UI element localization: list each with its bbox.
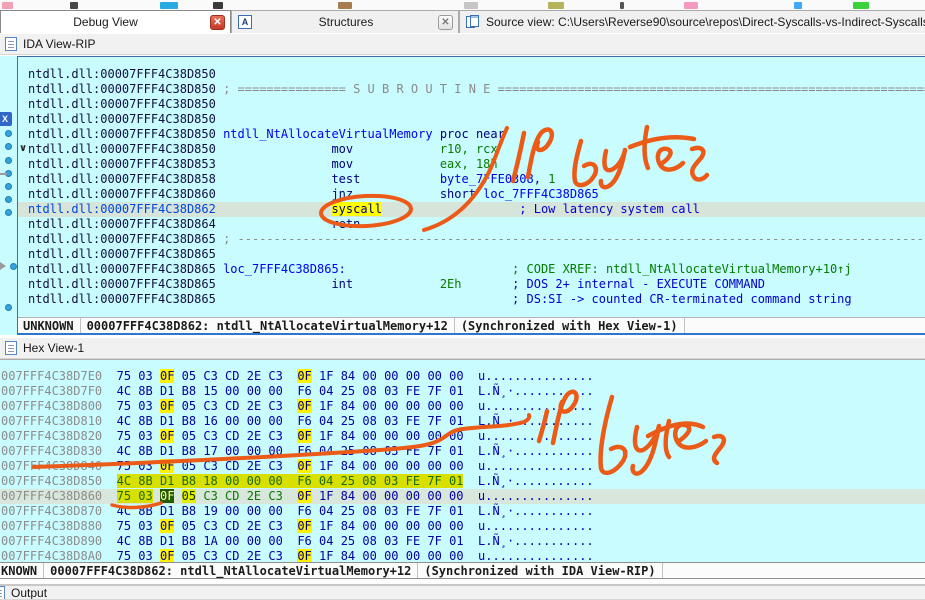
toolbar-button-icon[interactable]	[620, 2, 624, 9]
hex-status-bar: KNOWN 00007FFF4C38D862: ntdll_NtAllocate…	[0, 562, 925, 579]
disasm-line[interactable]: ntdll.dll:00007FFF4C38D850 ntdll_NtAlloc…	[18, 127, 925, 142]
close-tab-icon[interactable]: ✕	[438, 15, 453, 30]
disasm-line[interactable]: ntdll.dll:00007FFF4C38D850	[18, 97, 925, 112]
breakpoint-dot[interactable]	[5, 183, 12, 190]
status-sync: (Synchronized with Hex View-1)	[455, 318, 685, 333]
toolbar-button-icon[interactable]	[794, 2, 802, 9]
hex-row[interactable]: 007FFF4C38D8A0 75 03 0F 05 C3 CD 2E C3 0…	[0, 549, 925, 562]
status-address: 00007FFF4C38D862: ntdll_NtAllocateVirtua…	[44, 563, 418, 578]
disasm-line[interactable]: ntdll.dll:00007FFF4C38D860 jnz short loc…	[18, 187, 925, 202]
output-title: Output	[11, 586, 47, 600]
status-address: 00007FFF4C38D862: ntdll_NtAllocateVirtua…	[81, 318, 455, 333]
toolbar-button-icon[interactable]	[70, 2, 78, 9]
tab-structures-label: Structures	[254, 15, 438, 29]
hex-row[interactable]: 007FFF4C38D810 4C 8B D1 B8 16 00 00 00 F…	[0, 414, 925, 429]
breakpoint-dot[interactable]	[5, 130, 12, 137]
disasm-line[interactable]: ntdll.dll:00007FFF4C38D862 syscall ; Low…	[18, 202, 925, 217]
close-tab-icon[interactable]: ✕	[210, 15, 225, 30]
ida-debugger-window: Debug View ✕ A Structures ✕ Source view:…	[0, 0, 925, 600]
gutter-arrow-icon	[0, 262, 6, 270]
hex-view-panel[interactable]: 007FFF4C38D7E0 75 03 0F 05 C3 CD 2E C3 0…	[0, 359, 925, 562]
toolbar-button-icon[interactable]	[464, 2, 478, 9]
hex-row[interactable]: 007FFF4C38D820 75 03 0F 05 C3 CD 2E C3 0…	[0, 429, 925, 444]
document-icon	[5, 37, 17, 51]
tab-debug-view-label: Debug View	[1, 15, 210, 29]
hex-row[interactable]: 007FFF4C38D880 75 03 0F 05 C3 CD 2E C3 0…	[0, 519, 925, 534]
hex-row[interactable]: 007FFF4C38D830 4C 8B D1 B8 17 00 00 00 F…	[0, 444, 925, 459]
ida-view-rip-titlebar[interactable]: IDA View-RIP	[0, 33, 925, 55]
document-icon	[5, 341, 17, 355]
toolbar-sliver	[0, 0, 925, 10]
output-titlebar[interactable]: Output	[0, 584, 925, 600]
hex-row[interactable]: 007FFF4C38D7E0 75 03 0F 05 C3 CD 2E C3 0…	[0, 369, 925, 384]
disasm-line[interactable]: ntdll.dll:00007FFF4C38D865	[18, 247, 925, 262]
breakpoint-dot[interactable]	[5, 209, 12, 216]
toolbar-button-icon[interactable]	[853, 2, 869, 9]
ida-view-rip-title: IDA View-RIP	[23, 37, 95, 51]
toolbar-button-icon[interactable]	[213, 2, 223, 9]
disasm-line[interactable]: ntdll.dll:00007FFF4C38D858 test byte_7FF…	[18, 172, 925, 187]
breakpoint-dot[interactable]	[5, 157, 12, 164]
hex-row[interactable]: 007FFF4C38D7F0 4C 8B D1 B8 15 00 00 00 F…	[0, 384, 925, 399]
toolbar-button-icon[interactable]	[160, 2, 178, 9]
hex-rows[interactable]: 007FFF4C38D7E0 75 03 0F 05 C3 CD 2E C3 0…	[0, 369, 925, 562]
disasm-line[interactable]: ntdll.dll:00007FFF4C38D853 mov eax, 18h	[18, 157, 925, 172]
source-view-icon	[466, 15, 480, 29]
tab-source-view[interactable]: Source view: C:\Users\Reverse90\source\r…	[459, 10, 925, 33]
toolbar-button-icon[interactable]	[684, 2, 698, 9]
disasm-gutter: X	[0, 56, 17, 335]
tab-source-view-label: Source view: C:\Users\Reverse90\source\r…	[486, 15, 925, 29]
hex-row[interactable]: 007FFF4C38D800 75 03 0F 05 C3 CD 2E C3 0…	[0, 399, 925, 414]
tab-debug-view[interactable]: Debug View ✕	[0, 10, 231, 33]
toolbar-button-icon[interactable]	[548, 2, 564, 9]
ida-view-rip-panel[interactable]: ∨ ntdll.dll:00007FFF4C38D850ntdll.dll:00…	[17, 56, 925, 335]
breakpoint-dot[interactable]	[5, 196, 12, 203]
gutter-dash	[0, 173, 7, 175]
tab-bar: Debug View ✕ A Structures ✕ Source view:…	[0, 10, 925, 33]
document-icon	[0, 586, 5, 600]
disasm-line[interactable]: ntdll.dll:00007FFF4C38D865 int 2Eh ; DOS…	[18, 277, 925, 292]
structures-icon: A	[238, 15, 252, 29]
hex-row[interactable]: 007FFF4C38D890 4C 8B D1 B8 1A 00 00 00 F…	[0, 534, 925, 549]
hex-row[interactable]: 007FFF4C38D840 75 03 0F 05 C3 CD 2E C3 0…	[0, 459, 925, 474]
tab-structures[interactable]: A Structures ✕	[231, 10, 459, 33]
status-sync: (Synchronized with IDA View-RIP)	[418, 563, 662, 578]
toolbar-button-icon[interactable]	[338, 2, 352, 9]
hex-row[interactable]: 007FFF4C38D870 4C 8B D1 B8 19 00 00 00 F…	[0, 504, 925, 519]
status-mode: UNKNOWN	[18, 318, 81, 333]
breakpoint-dot[interactable]	[5, 143, 12, 150]
breakpoint-dot[interactable]	[10, 263, 17, 270]
hex-row[interactable]: 007FFF4C38D860 75 03 0F 05 C3 CD 2E C3 0…	[0, 489, 925, 504]
disasm-line[interactable]: ntdll.dll:00007FFF4C38D850	[18, 112, 925, 127]
nav-x-marker-icon[interactable]: X	[0, 112, 12, 126]
ida-status-bar: UNKNOWN 00007FFF4C38D862: ntdll_NtAlloca…	[18, 317, 925, 333]
collapse-chevron-icon[interactable]: ∨	[19, 143, 27, 154]
disasm-line[interactable]: ntdll.dll:00007FFF4C38D865 ; DS:SI -> co…	[18, 292, 925, 307]
disasm-line[interactable]: ntdll.dll:00007FFF4C38D850	[18, 67, 925, 82]
disasm-line[interactable]: ntdll.dll:00007FFF4C38D865 loc_7FFF4C38D…	[18, 262, 925, 277]
disasm-line[interactable]: ntdll.dll:00007FFF4C38D865 ; -----------…	[18, 232, 925, 247]
disasm-lines[interactable]: ntdll.dll:00007FFF4C38D850ntdll.dll:0000…	[18, 57, 925, 317]
status-mode-clipped: KNOWN	[0, 563, 44, 578]
disasm-line[interactable]: ntdll.dll:00007FFF4C38D864 retn	[18, 217, 925, 232]
disasm-line[interactable]: ntdll.dll:00007FFF4C38D850 ; ===========…	[18, 82, 925, 97]
hex-row[interactable]: 007FFF4C38D850 4C 8B D1 B8 18 00 00 00 F…	[0, 474, 925, 489]
breakpoint-dot[interactable]	[5, 304, 12, 311]
hex-view-title: Hex View-1	[23, 341, 84, 355]
disasm-line[interactable]: ntdll.dll:00007FFF4C38D850 mov r10, rcx	[18, 142, 925, 157]
toolbar-button-icon[interactable]	[2, 2, 13, 9]
hex-view-titlebar[interactable]: Hex View-1	[0, 337, 925, 359]
